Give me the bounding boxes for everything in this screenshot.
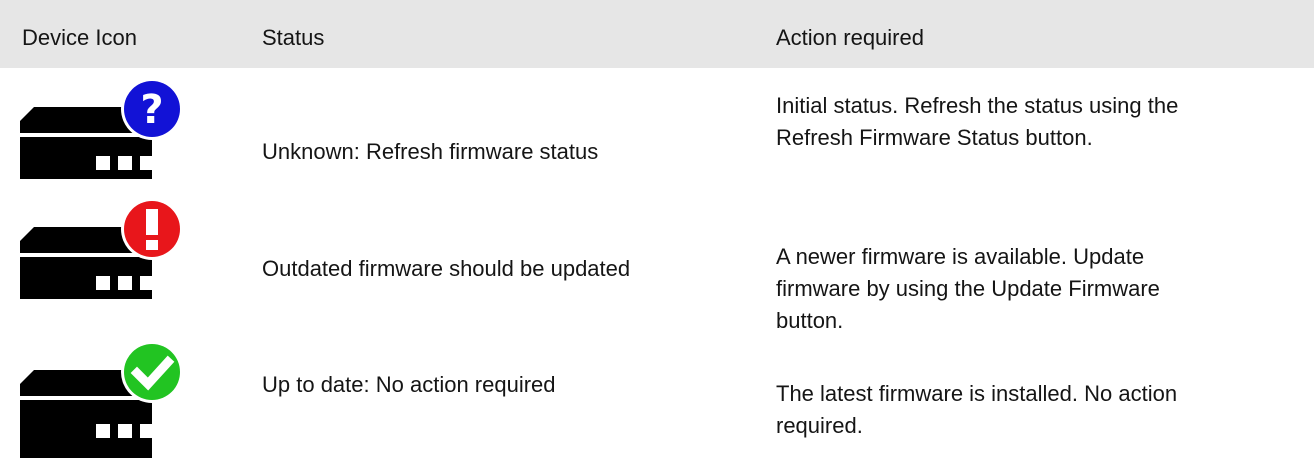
action-text: The latest firmware is installed. No act…	[776, 378, 1296, 442]
action-line: Refresh Firmware Status button.	[776, 125, 1093, 150]
header-status: Status	[262, 25, 325, 50]
action-line: button.	[776, 308, 844, 333]
header-action-required: Action required	[776, 25, 924, 50]
action-line: firmware by using the Update Firmware	[776, 276, 1160, 301]
status-text: Outdated firmware should be updated	[262, 256, 631, 281]
action-text: Initial status. Refresh the status using…	[776, 90, 1296, 154]
action-line: required.	[776, 413, 863, 438]
firmware-status-table: Device Icon Status Action required ? Unk…	[0, 0, 1314, 458]
action-text: A newer firmware is available. Update fi…	[776, 241, 1296, 337]
table-header: Device Icon Status Action required	[0, 0, 1314, 68]
svg-text:?: ?	[140, 87, 163, 133]
device-unknown-icon: ?	[20, 77, 184, 194]
status-text: Up to date: No action required	[262, 372, 556, 397]
action-line: The latest firmware is installed. No act…	[776, 381, 1178, 406]
device-outdated-icon	[20, 197, 184, 314]
header-device-icon: Device Icon	[22, 25, 137, 50]
status-text: Unknown: Refresh firmware status	[262, 139, 599, 164]
action-line: Initial status. Refresh the status using…	[776, 93, 1179, 118]
action-line: A newer firmware is available. Update	[776, 244, 1145, 269]
device-up-to-date-icon	[20, 340, 184, 463]
